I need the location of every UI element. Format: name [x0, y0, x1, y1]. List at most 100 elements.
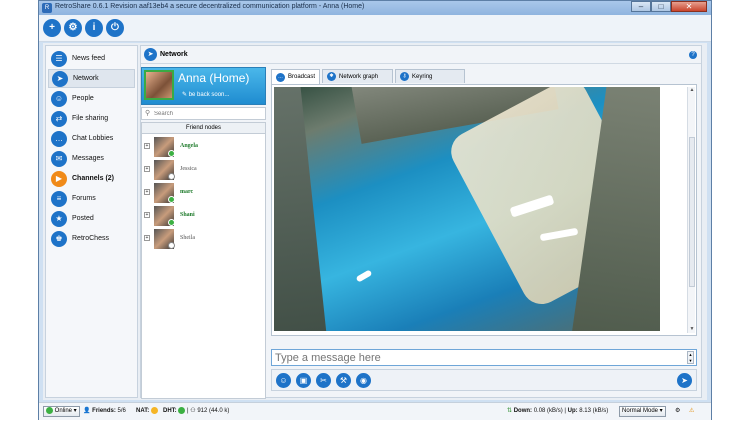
settings-gear-icon[interactable]: ⚙ — [675, 407, 680, 414]
add-friend-button[interactable]: + — [43, 19, 61, 37]
sidebar-item-channels[interactable]: ▶ Channels (2) — [48, 169, 135, 188]
online-status-select[interactable]: Online ▾ — [43, 406, 80, 417]
message-input[interactable] — [275, 351, 675, 365]
sidebar-item-label: People — [72, 95, 94, 102]
network-tabs: … Broadcast ✱ Network graph ⚷ Keyring — [271, 69, 467, 84]
tab-network-graph[interactable]: ✱ Network graph — [322, 69, 394, 83]
tab-keyring[interactable]: ⚷ Keyring — [395, 69, 466, 83]
sidebar-item-forums[interactable]: ≡ Forums — [48, 189, 135, 208]
dht-value: 912 — [197, 408, 208, 415]
tab-broadcast[interactable]: … Broadcast — [271, 69, 321, 84]
profile-card[interactable]: Anna (Home) ✎ be back soon... — [141, 67, 266, 105]
sidebar-item-posted[interactable]: ★ Posted — [48, 209, 135, 228]
sidebar-item-label: Channels (2) — [72, 175, 115, 182]
attach-file-button[interactable]: ✂ — [316, 373, 331, 388]
cliff-shape — [274, 87, 329, 331]
chat-lobbies-icon: … — [51, 130, 67, 147]
tools-icon: ⚒ — [339, 376, 348, 385]
broadcast-icon: … — [276, 72, 285, 82]
list-item[interactable]: + Jessica — [142, 159, 265, 181]
sidebar-item-label: Network — [73, 75, 99, 82]
bandwidth-status: ⇅ Down: 0.08 (kB/s) | Up: 8.13 (kB/s) — [507, 408, 609, 414]
avatar[interactable] — [144, 70, 174, 100]
list-item[interactable]: + Sheila — [142, 228, 265, 250]
friend-list: + Angela + Jessica + marc + Shani + Shei… — [141, 134, 266, 399]
sidebar-item-chat-lobbies[interactable]: … Chat Lobbies — [48, 129, 135, 148]
expand-icon[interactable]: + — [144, 212, 150, 218]
expand-icon[interactable]: + — [144, 189, 150, 195]
quit-button[interactable]: ⏻ — [106, 19, 124, 37]
add-friend-icon: + — [49, 22, 55, 33]
online-dot-icon — [46, 407, 53, 414]
expand-icon[interactable]: + — [144, 166, 150, 172]
sidebar-item-messages[interactable]: ✉ Messages — [48, 149, 135, 168]
search-icon: ⚲ — [145, 110, 151, 117]
friend-name: Shani — [180, 212, 195, 218]
profile-status-message[interactable]: ✎ be back soon... — [182, 91, 229, 98]
insert-image-button[interactable]: ▣ — [296, 373, 311, 388]
tools-button[interactable]: ⚒ — [336, 373, 351, 388]
help-icon[interactable]: ? — [689, 51, 697, 59]
up-value: 8.13 (kB/s) — [579, 408, 609, 414]
friends-count: 👤 Friends: 5/6 — [83, 407, 126, 414]
expand-icon[interactable]: + — [144, 143, 150, 149]
attach-file-icon: ✂ — [320, 376, 327, 385]
window-controls: – □ ✕ — [631, 1, 707, 13]
close-button[interactable]: ✕ — [671, 1, 707, 12]
shared-landscape-image — [274, 87, 660, 331]
offline-status-icon — [168, 242, 175, 249]
maximize-button[interactable]: □ — [651, 1, 671, 12]
send-button[interactable]: ➤ — [677, 373, 692, 388]
retrochess-icon: ♚ — [51, 230, 67, 247]
sidebar-item-label: RetroChess — [72, 235, 109, 242]
friend-nodes-header[interactable]: Friend nodes — [141, 122, 266, 134]
input-resize-stepper[interactable]: ▲ ▼ — [687, 351, 694, 364]
main-toolbar: + ⚙ i ⏻ — [39, 15, 711, 42]
about-button[interactable]: i — [85, 19, 103, 37]
search-input[interactable] — [154, 109, 262, 119]
list-item[interactable]: + Shani — [142, 205, 265, 227]
sidebar-item-people[interactable]: ☺ People — [48, 89, 135, 108]
chat-toolbar: ☺ ▣ ✂ ⚒ ◉ ➤ — [271, 369, 697, 391]
about-info-icon: i — [92, 22, 96, 33]
online-status-icon — [168, 196, 175, 203]
list-item[interactable]: + marc — [142, 182, 265, 204]
emoticon-button[interactable]: ☺ — [276, 373, 291, 388]
down-label: Down: — [513, 408, 533, 414]
posted-icon: ★ — [51, 210, 67, 227]
sidebar-item-network[interactable]: ➤ Network — [48, 69, 135, 88]
sidebar-item-news-feed[interactable]: ☰ News feed — [48, 49, 135, 68]
nat-status-icon — [150, 407, 158, 414]
dht-extra: (44.0 k) — [209, 408, 230, 415]
messages-icon: ✉ — [51, 150, 67, 167]
scroll-down-icon[interactable]: ▼ — [689, 326, 695, 333]
friend-search-box: ⚲ — [141, 107, 266, 120]
send-icon: ➤ — [681, 376, 688, 385]
broadcast-chat-history[interactable]: ▲ ▼ — [271, 84, 697, 336]
scroll-up-icon[interactable]: ▲ — [689, 87, 695, 94]
people-icon: ☺ — [51, 90, 67, 107]
mode-select-value: Normal Mode — [622, 408, 659, 414]
expand-icon[interactable]: + — [144, 235, 150, 241]
chat-scrollbar[interactable]: ▲ ▼ — [687, 87, 695, 333]
font-button[interactable]: ◉ — [356, 373, 371, 388]
main-window: R RetroShare 0.6.1 Revision aaf13eb4 a s… — [38, 0, 712, 420]
message-input-box: ▲▼ — [271, 349, 697, 366]
app-logo-icon: R — [42, 3, 52, 13]
mode-select[interactable]: Normal Mode ▾ — [619, 406, 666, 417]
sidebar-item-label: Forums — [72, 195, 96, 202]
sidebar-item-label: Chat Lobbies — [72, 135, 114, 142]
sidebar-item-label: Messages — [72, 155, 104, 162]
list-item[interactable]: + Angela — [142, 136, 265, 158]
dht-peers-icon: ⚇ — [190, 408, 196, 415]
sidebar-item-file-sharing[interactable]: ⇄ File sharing — [48, 109, 135, 128]
options-button[interactable]: ⚙ — [64, 19, 82, 37]
panel-header: ➤ Network ? — [141, 46, 701, 64]
warning-icon[interactable]: ⚠ — [689, 407, 694, 414]
scroll-thumb[interactable] — [689, 137, 695, 287]
sidebar-item-retrochess[interactable]: ♚ RetroChess — [48, 229, 135, 248]
boat-shape — [355, 269, 373, 283]
friend-name: Sheila — [180, 235, 195, 241]
client-area: ☰ News feed ➤ Network ☺ People ⇄ File sh… — [43, 43, 707, 400]
minimize-button[interactable]: – — [631, 1, 651, 12]
